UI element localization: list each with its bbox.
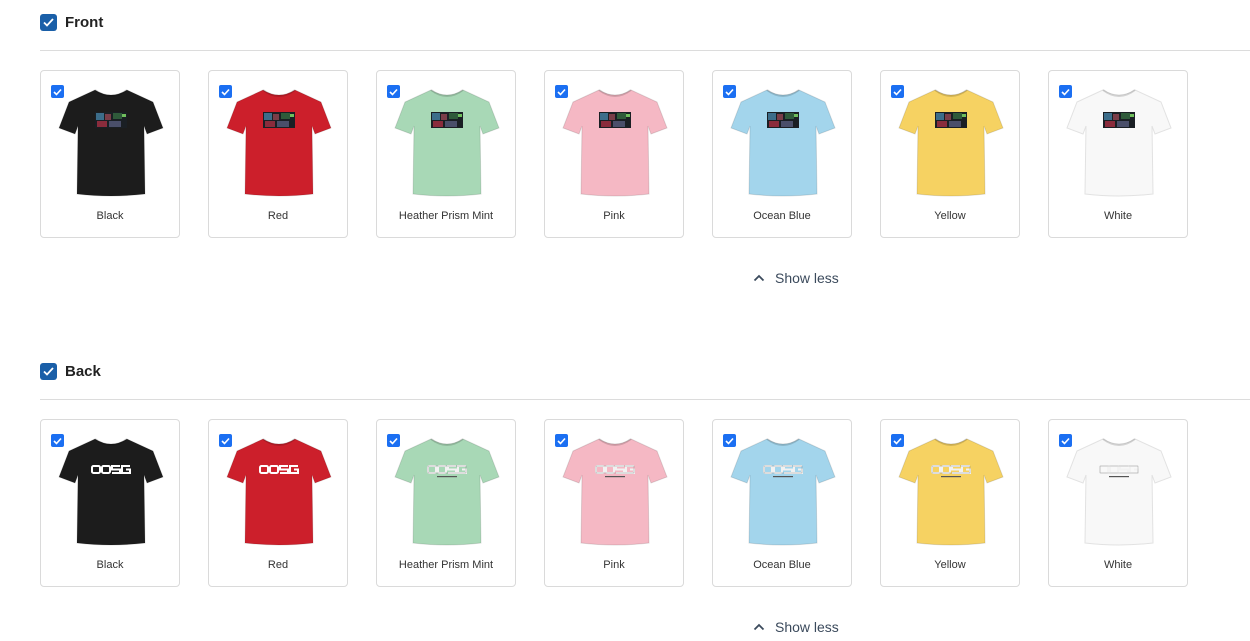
checkmark-icon: [43, 17, 54, 27]
variant-label: Pink: [603, 210, 625, 222]
front-section-header: Front: [40, 12, 103, 32]
front-print-image: [95, 112, 127, 128]
variant-label: Red: [267, 559, 289, 571]
tshirt-icon: [730, 438, 836, 546]
variant-card[interactable]: Pink: [544, 70, 684, 238]
back-checkbox[interactable]: [40, 362, 57, 380]
tshirt-icon: [226, 89, 332, 197]
variant-label: Black: [96, 559, 124, 571]
chevron-up-icon: [753, 623, 765, 631]
tshirt-icon: [1066, 89, 1172, 197]
tshirt-icon: [58, 89, 164, 197]
variant-card[interactable]: Ocean Blue: [712, 70, 852, 238]
variant-card[interactable]: Black: [40, 419, 180, 587]
chevron-up-icon: [753, 274, 765, 282]
variant-label: White: [1103, 559, 1133, 571]
variant-card[interactable]: Heather Prism Mint: [376, 70, 516, 238]
tshirt-icon: [1066, 438, 1172, 546]
tshirt-icon: [898, 89, 1004, 197]
show-less-button[interactable]: Show less: [753, 619, 839, 635]
variant-card[interactable]: Yellow: [880, 419, 1020, 587]
tshirt-icon: [58, 438, 164, 546]
variant-label: White: [1103, 210, 1133, 222]
front-print-image: [263, 112, 295, 128]
variant-label: Black: [96, 210, 124, 222]
front-print-image: [1103, 112, 1135, 128]
variant-card[interactable]: White: [1048, 419, 1188, 587]
section-title: Front: [65, 13, 104, 31]
variant-label: Heather Prism Mint: [398, 559, 494, 571]
tshirt-icon: [562, 438, 668, 546]
variant-card[interactable]: Red: [208, 419, 348, 587]
variant-label: Ocean Blue: [753, 559, 811, 571]
tshirt-icon: [394, 89, 500, 197]
front-print-image: [767, 112, 799, 128]
variant-label: Red: [267, 210, 289, 222]
section-title: Back: [65, 362, 101, 380]
variant-card[interactable]: White: [1048, 70, 1188, 238]
variant-card[interactable]: Black: [40, 70, 180, 238]
variant-card[interactable]: Heather Prism Mint: [376, 419, 516, 587]
variant-card[interactable]: Red: [208, 70, 348, 238]
variant-label: Yellow: [934, 210, 966, 222]
front-print-image: [599, 112, 631, 128]
front-checkbox[interactable]: [40, 13, 57, 31]
tshirt-icon: [226, 438, 332, 546]
tshirt-icon: [394, 438, 500, 546]
front-print-image: [431, 112, 463, 128]
variant-card[interactable]: Yellow: [880, 70, 1020, 238]
tshirt-icon: [562, 89, 668, 197]
checkmark-icon: [43, 366, 54, 376]
tshirt-icon: [730, 89, 836, 197]
variant-label: Yellow: [934, 559, 966, 571]
show-less-label: Show less: [775, 270, 839, 286]
back-section-header: Back: [40, 361, 101, 381]
variant-label: Ocean Blue: [753, 210, 811, 222]
variant-card[interactable]: Ocean Blue: [712, 419, 852, 587]
show-less-button[interactable]: Show less: [753, 270, 839, 286]
front-print-image: [935, 112, 967, 128]
variant-label: Heather Prism Mint: [398, 210, 494, 222]
variant-cards: Black Red Heather Prism Mint Pink Ocean …: [40, 419, 1216, 587]
tshirt-icon: [898, 438, 1004, 546]
divider: [40, 399, 1250, 400]
variant-cards: Black Red Heather Prism Mint Pink Ocean …: [40, 70, 1216, 238]
show-less-label: Show less: [775, 619, 839, 635]
variant-card[interactable]: Pink: [544, 419, 684, 587]
variant-label: Pink: [603, 559, 625, 571]
divider: [40, 50, 1250, 51]
